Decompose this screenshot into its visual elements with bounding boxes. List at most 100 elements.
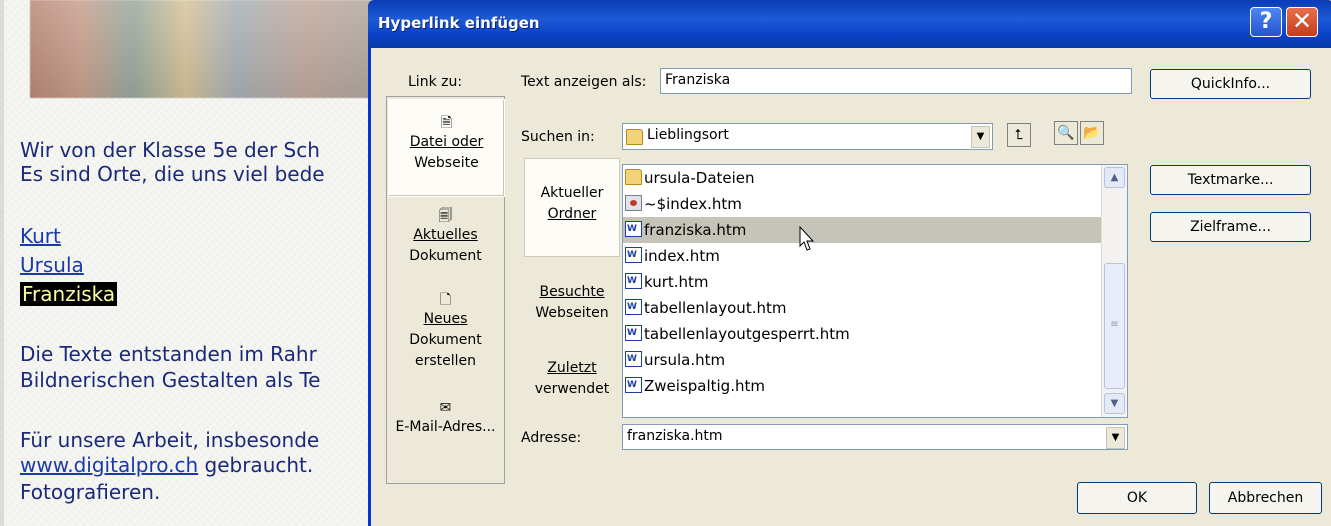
browse-web-button[interactable]: 🔍 [1054, 121, 1078, 145]
page-left-border [0, 0, 4, 526]
cancel-button[interactable]: Abbrechen [1209, 482, 1322, 514]
bookmark-button[interactable]: Textmarke... [1150, 165, 1311, 195]
link-to-item-label: Dokument [409, 248, 482, 264]
chevron-down-icon: ▼ [1110, 398, 1119, 409]
scroll-up-button[interactable]: ▲ [1104, 167, 1125, 188]
ok-button[interactable]: OK [1077, 482, 1197, 514]
word-file-icon [625, 320, 642, 346]
address-combo[interactable]: franziska.htm ▼ [622, 424, 1128, 450]
title-bar[interactable]: Hyperlink einfügen ? ✕ [368, 0, 1331, 48]
tab-label: Webseiten [535, 305, 609, 321]
file-name: ursula.htm [644, 351, 726, 369]
quickinfo-button[interactable]: QuickInfo... [1150, 69, 1311, 99]
look-in-value: Lieblingsort [647, 127, 729, 143]
up-folder-icon: ⮤ [1014, 127, 1024, 143]
list-item[interactable]: kurt.htm [623, 268, 1102, 295]
target-frame-button[interactable]: Zielframe... [1150, 212, 1311, 242]
grip-icon: ≡ [1110, 319, 1119, 330]
tab-current-folder[interactable]: Aktueller Ordner [524, 158, 620, 257]
tab-label: verwendet [534, 381, 610, 397]
tab-label: Aktueller [540, 185, 604, 201]
link-to-item-label: erstellen [414, 353, 477, 369]
current-document-icon: 🗐 [438, 208, 453, 224]
link-to-item-label: Datei oder [409, 134, 484, 150]
scroll-thumb[interactable]: ≡ [1104, 263, 1125, 389]
link-to-item-label: Webseite [414, 155, 479, 171]
banner-image [30, 0, 375, 98]
look-in-tabs: Aktueller Ordner Besuchte Webseiten Zule… [524, 158, 620, 418]
page-text-line: Für unsere Arbeit, insbesonde [20, 428, 320, 452]
address-label: Adresse: [521, 430, 582, 446]
scroll-down-button[interactable]: ▼ [1104, 393, 1125, 414]
word-file-icon [625, 372, 642, 398]
tab-browsed-pages[interactable]: Besuchte Webseiten [524, 262, 620, 332]
link-to-current-document[interactable]: 🗐 Aktuelles Dokument [387, 201, 504, 281]
word-file-icon [625, 294, 642, 320]
list-item[interactable]: franziska.htm [623, 216, 1102, 243]
tab-label: Zuletzt [547, 360, 597, 376]
file-name: tabellenlayout.htm [644, 299, 787, 317]
list-item[interactable]: index.htm [623, 242, 1102, 269]
open-folder-icon: 📂 [1083, 125, 1101, 141]
file-name: franziska.htm [644, 221, 747, 239]
file-name: ~$index.htm [644, 195, 742, 213]
page-text-line: Wir von der Klasse 5e der Sch [20, 138, 320, 162]
file-name: ursula-Dateien [644, 169, 755, 187]
word-file-icon [625, 268, 642, 294]
folder-icon [625, 169, 642, 185]
close-button[interactable]: ✕ [1286, 7, 1318, 37]
page-text-line: Bildnerischen Gestalten als Te [20, 368, 321, 392]
look-in-combo[interactable]: Lieblingsort ▼ [622, 123, 993, 150]
chevron-down-icon[interactable]: ▼ [1106, 427, 1125, 449]
file-list[interactable]: ursula-Dateien ~$index.htm franziska.htm… [622, 164, 1128, 418]
up-folder-button[interactable]: ⮤ [1007, 123, 1031, 147]
page-text-fragment: gebraucht. [198, 453, 314, 477]
link-to-new-document[interactable]: 🗋 Neues Dokument erstellen [387, 285, 504, 385]
link-to-panel: 🗎 Datei oder Webseite 🗐 Aktuelles Dokume… [386, 96, 505, 484]
tab-label: Ordner [547, 206, 597, 222]
word-file-icon [625, 216, 642, 242]
html-file-icon [625, 195, 642, 211]
web-file-icon: 🗎 [440, 115, 453, 131]
link-to-item-label: Neues [423, 311, 468, 327]
word-file-icon [625, 242, 642, 268]
chevron-down-icon[interactable]: ▼ [971, 126, 990, 148]
list-item[interactable]: tabellenlayout.htm [623, 294, 1102, 321]
tab-label: Besuchte [539, 284, 605, 300]
file-name: Zweispaltig.htm [644, 377, 765, 395]
link-digitalpro[interactable]: www.digitalpro.ch [20, 453, 198, 477]
file-list-scrollbar[interactable]: ▲ ≡ ▼ [1101, 165, 1127, 417]
chevron-up-icon: ▲ [1110, 172, 1119, 183]
list-item[interactable]: ~$index.htm [623, 191, 1102, 217]
page-text-line: Es sind Orte, die uns viel bede [20, 162, 325, 186]
new-document-icon: 🗋 [439, 292, 452, 308]
list-item[interactable]: ursula-Dateien [623, 165, 1102, 191]
file-name: index.htm [644, 247, 720, 265]
help-button[interactable]: ? [1250, 7, 1282, 37]
list-item[interactable]: tabellenlayoutgesperrt.htm [623, 320, 1102, 347]
close-icon: ✕ [1291, 7, 1313, 35]
email-icon: ✉ [439, 400, 452, 416]
list-item[interactable]: ursula.htm [623, 346, 1102, 373]
link-kurt[interactable]: Kurt [20, 224, 61, 248]
file-name: tabellenlayoutgesperrt.htm [644, 325, 850, 343]
insert-hyperlink-dialog: Hyperlink einfügen ? ✕ Link zu: 🗎 Datei … [368, 0, 1331, 526]
display-text-input[interactable]: Franziska [660, 68, 1132, 94]
link-to-email[interactable]: ✉ E-Mail-Adres... [387, 395, 504, 455]
mouse-cursor-icon [799, 226, 815, 251]
page-text-line: Die Texte entstanden im Rahr [20, 342, 317, 366]
display-text-label: Text anzeigen als: [521, 74, 647, 90]
selected-text-franziska[interactable]: Franziska [20, 282, 118, 306]
link-to-file-or-webpage[interactable]: 🗎 Datei oder Webseite [388, 99, 505, 197]
link-to-label: Link zu: [408, 74, 463, 90]
link-to-item-label: Aktuelles [413, 227, 478, 243]
list-item[interactable]: Zweispaltig.htm [623, 372, 1102, 399]
link-to-item-label: E-Mail-Adres... [395, 419, 496, 435]
help-icon: ? [1259, 9, 1273, 34]
browse-file-button[interactable]: 📂 [1080, 121, 1104, 145]
tab-recent-files[interactable]: Zuletzt verwendet [524, 332, 620, 412]
link-ursula[interactable]: Ursula [20, 253, 84, 277]
word-file-icon [625, 346, 642, 372]
page-text-line: Fotografieren. [20, 480, 161, 504]
file-name: kurt.htm [644, 273, 709, 291]
